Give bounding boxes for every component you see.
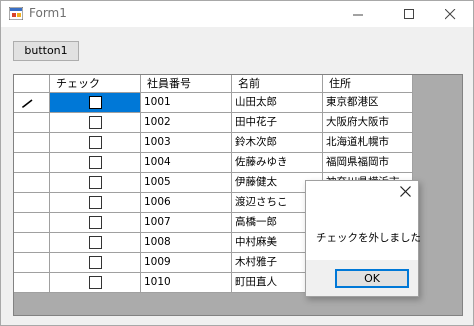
cell-employee-number[interactable]: 1004 xyxy=(141,153,232,173)
dialog-footer: OK xyxy=(306,260,418,296)
row-checkbox[interactable] xyxy=(88,96,102,109)
row-checkbox[interactable] xyxy=(88,196,102,209)
close-icon xyxy=(444,8,455,19)
cell-name[interactable]: 鈴木次郎 xyxy=(232,133,323,153)
cell-employee-number[interactable]: 1009 xyxy=(141,253,232,273)
dialog-message: チェックを外しました xyxy=(316,232,421,244)
cell-employee-number[interactable]: 1001 xyxy=(141,93,232,113)
row-header[interactable] xyxy=(14,153,50,173)
cell-employee-number[interactable]: 1002 xyxy=(141,113,232,133)
cell-employee-number[interactable]: 1007 xyxy=(141,213,232,233)
cell-check[interactable] xyxy=(50,113,141,133)
title-bar[interactable]: Form1 xyxy=(1,1,473,27)
row-header[interactable] xyxy=(14,233,50,253)
cell-check[interactable] xyxy=(50,153,141,173)
row-header[interactable] xyxy=(14,193,50,213)
row-checkbox[interactable] xyxy=(88,276,102,289)
cell-employee-number[interactable]: 1008 xyxy=(141,233,232,253)
row-header[interactable] xyxy=(14,133,50,153)
row-header[interactable] xyxy=(14,93,50,113)
cell-check[interactable] xyxy=(50,93,141,113)
row-checkbox[interactable] xyxy=(88,256,102,269)
column-header-employee-number[interactable]: 社員番号 xyxy=(141,75,232,93)
cell-check[interactable] xyxy=(50,233,141,253)
row-checkbox[interactable] xyxy=(88,236,102,249)
row-checkbox[interactable] xyxy=(88,156,102,169)
form1-window: Form1 button1 チェック 社員番号 名前 住所 1001 山田太郎 東京… xyxy=(0,0,474,326)
column-header-address[interactable]: 住所 xyxy=(323,75,413,93)
cell-employee-number[interactable]: 1005 xyxy=(141,173,232,193)
cell-name[interactable]: 山田太郎 xyxy=(232,93,323,113)
grid-corner-header[interactable] xyxy=(14,75,50,93)
app-icon xyxy=(9,7,23,20)
cell-employee-number[interactable]: 1003 xyxy=(141,133,232,153)
cell-address[interactable]: 東京都港区 xyxy=(323,93,413,113)
message-box: チェックを外しました OK xyxy=(305,180,421,297)
button1[interactable]: button1 xyxy=(13,41,79,61)
row-header[interactable] xyxy=(14,273,50,293)
minimize-icon xyxy=(352,14,363,15)
column-header-check[interactable]: チェック xyxy=(50,75,141,93)
cell-address[interactable]: 北海道札幌市 xyxy=(323,133,413,153)
cell-check[interactable] xyxy=(50,213,141,233)
cell-address[interactable]: 福岡県福岡市 xyxy=(323,153,413,173)
row-header[interactable] xyxy=(14,253,50,273)
row-header[interactable] xyxy=(14,213,50,233)
cell-check[interactable] xyxy=(50,193,141,213)
minimize-button[interactable] xyxy=(335,1,381,27)
cell-check[interactable] xyxy=(50,273,141,293)
row-header[interactable] xyxy=(14,173,50,193)
column-header-name[interactable]: 名前 xyxy=(232,75,323,93)
maximize-icon xyxy=(403,8,414,19)
cell-address[interactable]: 大阪府大阪市 xyxy=(323,113,413,133)
row-checkbox[interactable] xyxy=(88,116,102,129)
row-checkbox[interactable] xyxy=(88,136,102,149)
cell-name[interactable]: 佐藤みゆき xyxy=(232,153,323,173)
pencil-icon xyxy=(22,99,33,108)
window-title: Form1 xyxy=(29,6,67,20)
dialog-close-button[interactable] xyxy=(398,186,412,200)
cell-check[interactable] xyxy=(50,133,141,153)
cell-check[interactable] xyxy=(50,173,141,193)
maximize-button[interactable] xyxy=(386,1,432,27)
row-checkbox[interactable] xyxy=(88,216,102,229)
cell-check[interactable] xyxy=(50,253,141,273)
close-icon xyxy=(399,186,411,197)
cell-employee-number[interactable]: 1006 xyxy=(141,193,232,213)
close-button[interactable] xyxy=(427,1,473,27)
row-header[interactable] xyxy=(14,113,50,133)
row-checkbox[interactable] xyxy=(88,176,102,189)
cell-name[interactable]: 田中花子 xyxy=(232,113,323,133)
ok-button[interactable]: OK xyxy=(335,269,409,288)
cell-employee-number[interactable]: 1010 xyxy=(141,273,232,293)
